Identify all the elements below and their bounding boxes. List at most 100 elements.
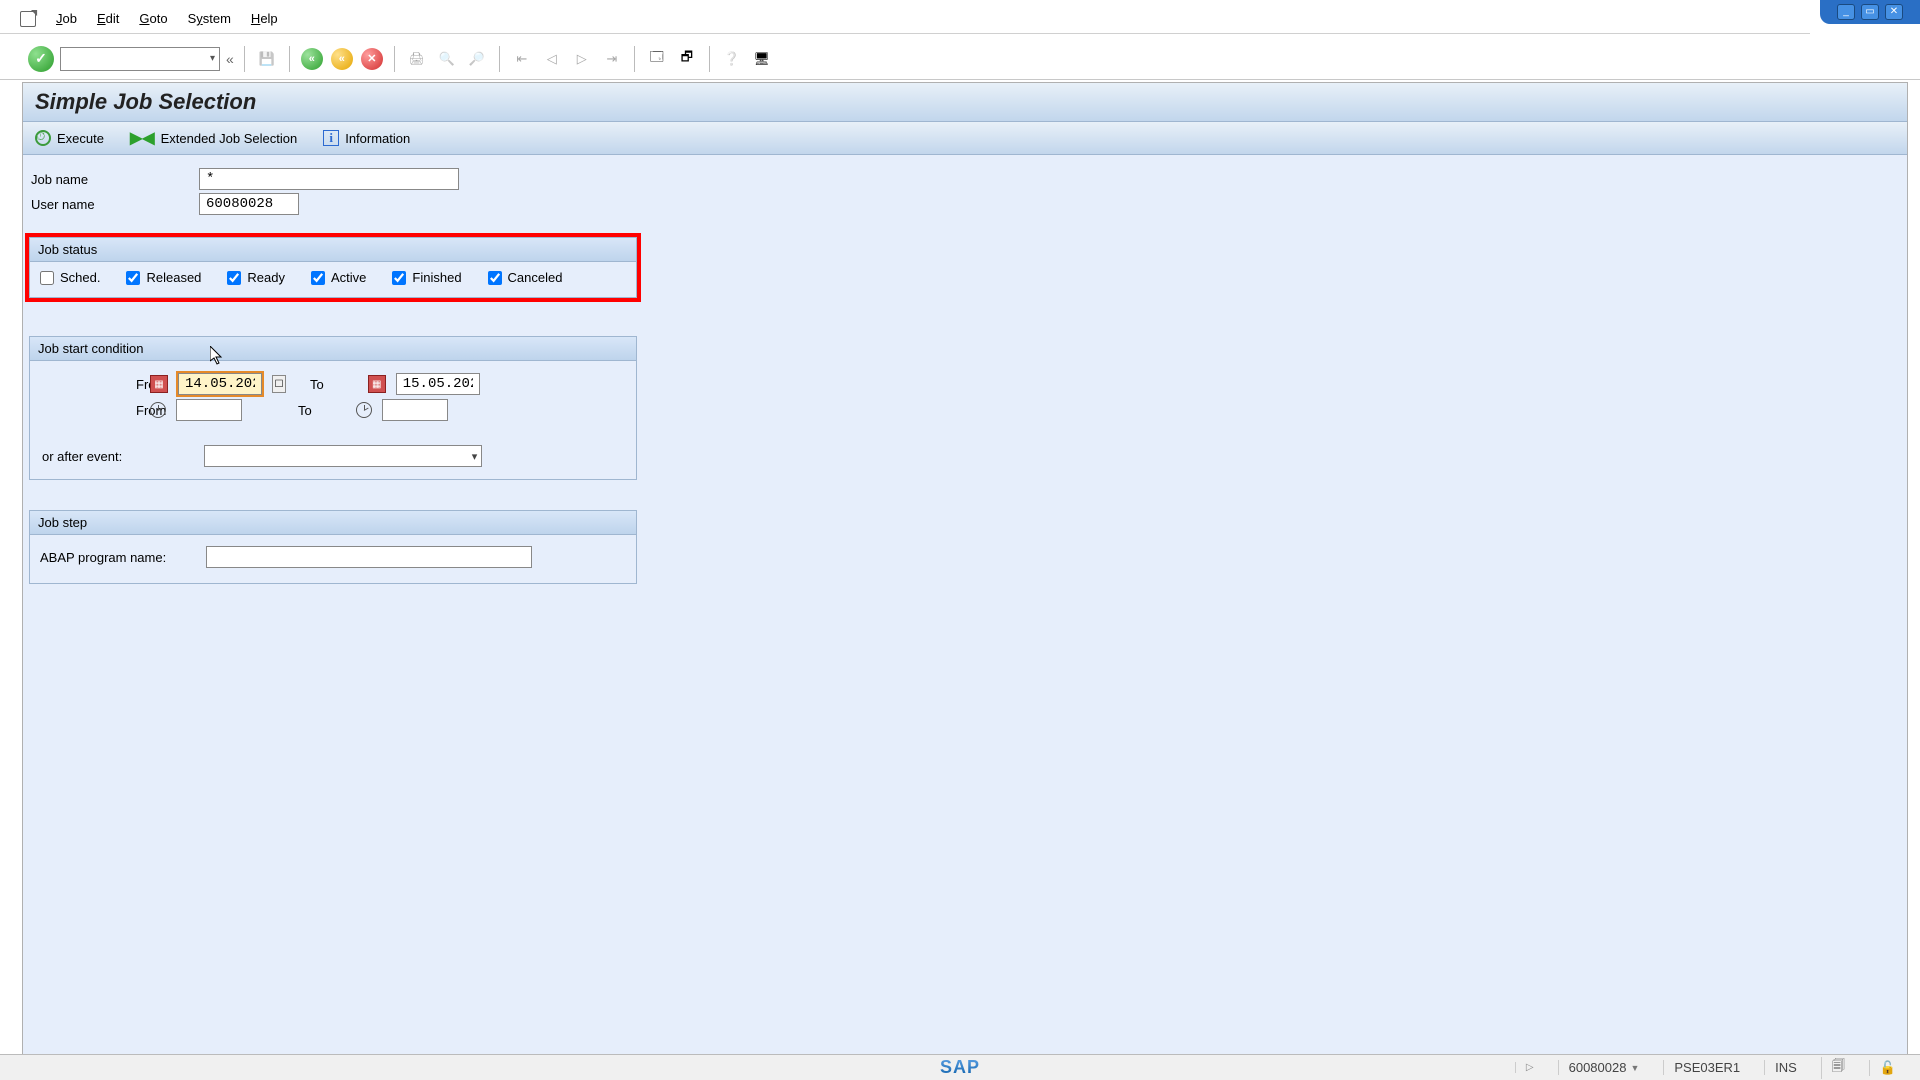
menu-edit-label: dit	[106, 11, 120, 26]
layout-icon[interactable]: 🖥	[750, 47, 774, 71]
document-icon[interactable]	[20, 11, 36, 27]
sched-checkbox[interactable]: Sched.	[40, 270, 100, 285]
from-time-input[interactable]	[176, 399, 242, 421]
user-name-label: User name	[29, 197, 199, 212]
cancel-button[interactable]: ✕	[360, 47, 384, 71]
information-label: Information	[345, 131, 410, 146]
after-event-label: or after event:	[42, 449, 122, 464]
maximize-button[interactable]: ▭	[1861, 4, 1879, 20]
execute-icon	[35, 130, 51, 146]
minimize-button[interactable]: _	[1837, 4, 1855, 20]
finished-checkbox[interactable]: Finished	[392, 270, 461, 285]
to-time-label: To	[298, 403, 312, 418]
action-bar: Execute ▶◀ Extended Job Selection i Info…	[23, 122, 1907, 155]
toolbar-separator	[289, 46, 290, 72]
find-icon[interactable]: 🔍	[435, 47, 459, 71]
from-time-label: From	[40, 403, 140, 418]
status-bar: SAP ▷ 60080028 ▼ PSE03ER1 INS 🗐 🔓	[0, 1054, 1920, 1080]
status-nav[interactable]: ▷	[1515, 1062, 1544, 1073]
form-area: Job name User name Job status Sched. Rel…	[23, 155, 1907, 1055]
canceled-checkbox[interactable]: Canceled	[488, 270, 563, 285]
extended-selection-button[interactable]: ▶◀ Extended Job Selection	[130, 128, 297, 148]
first-page-icon[interactable]: ⇤	[510, 47, 534, 71]
status-system: PSE03ER1	[1663, 1060, 1750, 1075]
save-icon[interactable]: 💾	[255, 47, 279, 71]
calendar-to-icon[interactable]: ▦	[368, 375, 386, 393]
status-user[interactable]: 60080028 ▼	[1558, 1060, 1650, 1075]
page-title-bar: Simple Job Selection	[23, 83, 1907, 122]
job-start-condition-group: Job start condition From ▦ ☐ To ▦ From	[29, 336, 637, 480]
extended-icon: ▶◀	[130, 128, 155, 148]
menu-bar: Job Edit Goto System Help	[0, 4, 1810, 34]
shortcut-icon[interactable]: 🗗	[675, 47, 699, 71]
help-icon[interactable]: ❔	[720, 47, 744, 71]
command-field[interactable]	[60, 47, 220, 71]
job-step-group: Job step ABAP program name:	[29, 510, 637, 584]
finished-label: Finished	[412, 270, 461, 285]
after-event-combo[interactable]	[204, 445, 482, 467]
job-step-title: Job step	[30, 511, 636, 535]
menu-system-label: System	[188, 11, 231, 26]
back-double-icon[interactable]: «	[226, 51, 234, 67]
job-status-group: Job status Sched. Released Ready Active …	[29, 237, 637, 298]
released-checkbox[interactable]: Released	[126, 270, 201, 285]
to-date-input[interactable]	[396, 373, 480, 395]
toolbar-separator	[709, 46, 710, 72]
from-date-input[interactable]	[178, 373, 262, 395]
execute-button[interactable]: Execute	[35, 130, 104, 146]
menu-help[interactable]: Help	[251, 11, 278, 26]
find-next-icon[interactable]: 🔎	[465, 47, 489, 71]
released-label: Released	[146, 270, 201, 285]
canceled-label: Canceled	[508, 270, 563, 285]
close-button[interactable]: ✕	[1885, 4, 1903, 20]
menu-job-label: ob	[63, 11, 77, 26]
job-start-title: Job start condition	[30, 337, 636, 361]
abap-program-input[interactable]	[206, 546, 532, 568]
print-icon[interactable]: 🖨	[405, 47, 429, 71]
status-mode: INS	[1764, 1060, 1807, 1075]
execute-label: Execute	[57, 131, 104, 146]
menu-help-label: elp	[260, 11, 277, 26]
next-page-icon[interactable]: ▷	[570, 47, 594, 71]
status-icon-2[interactable]: 🔓	[1869, 1060, 1906, 1076]
job-name-input[interactable]	[199, 168, 459, 190]
prev-page-icon[interactable]: ◁	[540, 47, 564, 71]
new-session-icon[interactable]: 🗔	[645, 47, 669, 71]
clock-to-icon[interactable]	[356, 402, 372, 418]
active-checkbox[interactable]: Active	[311, 270, 366, 285]
to-date-label: To	[310, 377, 324, 392]
window-controls: _ ▭ ✕	[1820, 0, 1920, 24]
clock-from-icon[interactable]	[150, 402, 166, 418]
status-icon-1[interactable]: 🗐	[1821, 1057, 1855, 1079]
user-name-input[interactable]	[199, 193, 299, 215]
last-page-icon[interactable]: ⇥	[600, 47, 624, 71]
sched-label: Sched.	[60, 270, 100, 285]
from-date-label: From	[40, 377, 140, 392]
content-area: Simple Job Selection Execute ▶◀ Extended…	[22, 82, 1908, 1054]
job-status-title: Job status	[30, 238, 636, 262]
back-button[interactable]: «	[300, 47, 324, 71]
toolbar-separator	[394, 46, 395, 72]
menu-goto[interactable]: Goto	[139, 11, 167, 26]
sap-logo: SAP	[940, 1057, 980, 1078]
abap-program-label: ABAP program name:	[40, 550, 206, 565]
exit-button[interactable]: «	[330, 47, 354, 71]
calendar-from-icon[interactable]: ▦	[150, 375, 168, 393]
toolbar-separator	[244, 46, 245, 72]
menu-goto-label: oto	[150, 11, 168, 26]
information-button[interactable]: i Information	[323, 130, 410, 146]
active-label: Active	[331, 270, 366, 285]
ready-checkbox[interactable]: Ready	[227, 270, 285, 285]
to-time-input[interactable]	[382, 399, 448, 421]
ready-label: Ready	[247, 270, 285, 285]
from-date-f4-button[interactable]: ☐	[272, 375, 286, 393]
menu-edit[interactable]: Edit	[97, 11, 119, 26]
extended-label: Extended Job Selection	[161, 131, 298, 146]
page-title: Simple Job Selection	[35, 89, 1895, 115]
menu-system[interactable]: System	[188, 11, 231, 26]
info-icon: i	[323, 130, 339, 146]
menu-job[interactable]: Job	[56, 11, 77, 26]
enter-button[interactable]: ✓	[28, 46, 54, 72]
toolbar-separator	[634, 46, 635, 72]
toolbar: ✓ « 💾 « « ✕ 🖨 🔍 🔎 ⇤ ◁ ▷ ⇥ 🗔 🗗 ❔ 🖥	[0, 38, 1920, 80]
